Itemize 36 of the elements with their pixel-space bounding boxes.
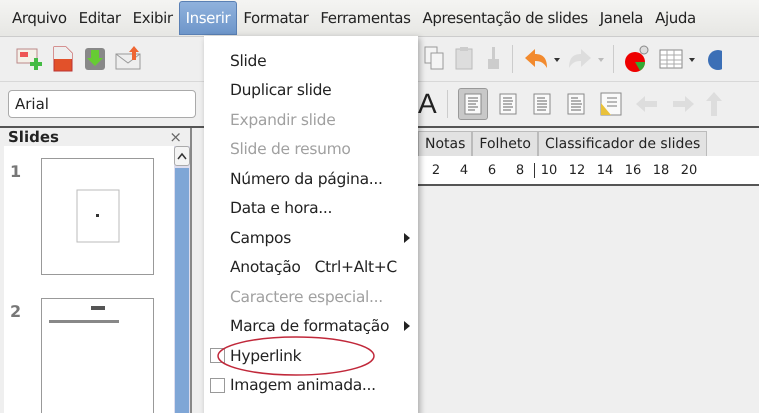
shortcut-label: Ctrl+Alt+C: [314, 258, 397, 276]
view-tab[interactable]: Notas: [418, 131, 472, 156]
menu-item[interactable]: Ferramentas: [314, 2, 416, 34]
menu-item[interactable]: Arquivo: [6, 2, 73, 34]
ruler-number: 12: [568, 162, 586, 178]
ruler-number: 14: [596, 162, 614, 178]
ruler-number: 8: [514, 162, 526, 178]
font-button[interactable]: A: [418, 88, 437, 120]
menu-entry[interactable]: Número da página...: [230, 170, 383, 188]
menu-item[interactable]: Editar: [72, 2, 127, 34]
ruler-number: 16: [624, 162, 642, 178]
menu-item[interactable]: Ajuda: [649, 2, 702, 34]
menu-item[interactable]: Formatar: [237, 2, 314, 34]
menu-entry[interactable]: Imagem animada...: [230, 376, 376, 394]
menu-item[interactable]: Exibir: [126, 2, 179, 34]
ruler-number: 10: [534, 162, 563, 178]
menu-entry[interactable]: Duplicar slide: [230, 81, 332, 100]
menu-entry[interactable]: Marca de formatação: [230, 317, 390, 336]
ruler-number: 20: [680, 162, 698, 178]
menu-item[interactable]: Apresentação de slides: [416, 2, 594, 34]
menu-entry[interactable]: Campos: [230, 228, 292, 247]
slide-number: 2: [10, 302, 22, 323]
menu-entry[interactable]: Data e hora...: [230, 199, 332, 218]
view-tab[interactable]: Classificador de slides: [538, 131, 708, 156]
panel-title: Slides: [8, 128, 59, 146]
menu-entry[interactable]: Slide: [230, 52, 266, 70]
slide-number: 1: [10, 162, 22, 183]
font-name-field[interactable]: Arial: [8, 90, 196, 118]
view-tab[interactable]: Folheto: [472, 131, 538, 156]
menu-entry[interactable]: Anotação: [230, 258, 301, 276]
ruler-number: 4: [458, 162, 470, 178]
close-button[interactable]: ×: [169, 128, 182, 146]
ruler-number: 6: [486, 162, 498, 178]
ruler-number: 18: [652, 162, 670, 178]
menu-item[interactable]: Janela: [594, 2, 650, 34]
ruler-number: 2: [430, 162, 442, 178]
